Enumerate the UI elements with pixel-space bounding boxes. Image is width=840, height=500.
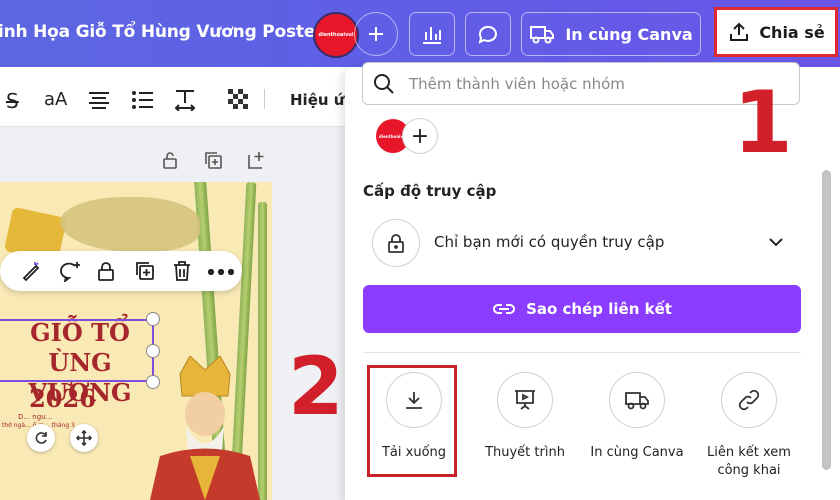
panel-divider bbox=[363, 352, 801, 353]
rotate-button[interactable] bbox=[27, 424, 55, 452]
copy-link-label: Sao chép liên kết bbox=[526, 300, 672, 318]
duplicate-page-icon[interactable] bbox=[203, 150, 223, 174]
strikethrough-icon[interactable]: S bbox=[6, 89, 19, 113]
truck-icon bbox=[609, 372, 665, 428]
effects-button[interactable]: Hiệu ứ bbox=[290, 91, 344, 109]
lock-page-icon[interactable] bbox=[160, 150, 180, 174]
presentation-icon bbox=[497, 372, 553, 428]
present-option[interactable]: Thuyết trình bbox=[473, 372, 577, 462]
share-button[interactable]: Chia sẻ bbox=[714, 7, 838, 57]
link-icon bbox=[493, 304, 516, 314]
magic-edit-icon[interactable] bbox=[20, 260, 42, 282]
chevron-down-icon[interactable] bbox=[766, 234, 786, 253]
text-selection-box[interactable] bbox=[0, 319, 154, 382]
move-icon bbox=[76, 430, 92, 446]
search-input[interactable] bbox=[409, 71, 779, 97]
brand-avatar[interactable]: dienthoaivui bbox=[313, 12, 359, 58]
text-toolbar: S aA Hiệu ứ bbox=[0, 67, 360, 127]
line-spacing-icon[interactable] bbox=[174, 89, 196, 116]
trash-icon[interactable] bbox=[172, 260, 192, 282]
access-level-heading: Cấp độ truy cập bbox=[363, 182, 497, 200]
king-illustration bbox=[150, 356, 260, 500]
bar-chart-icon bbox=[423, 27, 441, 44]
more-options-icon[interactable] bbox=[208, 269, 234, 275]
crane-decoration bbox=[60, 197, 200, 252]
plus-icon: + bbox=[410, 123, 430, 149]
copy-link-button[interactable]: Sao chép liên kết bbox=[363, 285, 801, 333]
brand-avatar-text: dienthoaivui bbox=[318, 32, 354, 38]
print-option[interactable]: In cùng Canva bbox=[585, 372, 689, 462]
comments-button[interactable] bbox=[465, 12, 511, 56]
poster-small-line1: D... ngu... bbox=[18, 413, 53, 421]
access-level-select[interactable]: Chỉ bạn mới có quyền truy cập bbox=[434, 233, 664, 251]
print-with-canva-button[interactable]: In cùng Canva bbox=[521, 12, 701, 56]
download-highlight-box bbox=[367, 365, 457, 477]
move-button[interactable] bbox=[70, 424, 98, 452]
plus-icon bbox=[369, 27, 383, 41]
panel-scrollbar[interactable] bbox=[822, 170, 831, 470]
rotate-icon bbox=[35, 432, 47, 444]
add-member-button[interactable]: + bbox=[402, 118, 438, 154]
add-page-icon[interactable] bbox=[246, 150, 266, 174]
step-1-label: 1 bbox=[733, 73, 793, 173]
font-size-case-button[interactable]: aA bbox=[44, 89, 67, 110]
list-icon[interactable] bbox=[132, 91, 154, 114]
add-comment-icon[interactable] bbox=[58, 260, 82, 282]
present-label: Thuyết trình bbox=[485, 445, 565, 460]
comment-icon bbox=[478, 25, 497, 44]
poster-year[interactable]: 2026 bbox=[0, 384, 125, 413]
align-icon[interactable] bbox=[88, 91, 110, 114]
resize-handle[interactable] bbox=[146, 312, 160, 326]
transparency-icon[interactable] bbox=[228, 89, 250, 116]
lock-icon[interactable] bbox=[96, 260, 116, 282]
print-label: In cùng Canva bbox=[590, 445, 684, 460]
step-2-label: 2 bbox=[288, 340, 344, 433]
share-button-label: Chia sẻ bbox=[759, 22, 825, 42]
link-icon bbox=[721, 372, 777, 428]
document-title[interactable]: inh Họa Giỗ Tổ Hùng Vương Poster bbox=[0, 22, 324, 42]
add-collaborator-button[interactable] bbox=[354, 12, 398, 56]
truck-icon bbox=[530, 26, 555, 44]
public-link-label: Liên kết xem công khai bbox=[707, 445, 791, 478]
upload-icon bbox=[730, 22, 749, 41]
insights-button[interactable] bbox=[409, 12, 455, 56]
public-link-option[interactable]: Liên kết xem công khai bbox=[697, 372, 801, 480]
toolbar-divider bbox=[264, 89, 265, 109]
search-icon bbox=[374, 74, 394, 94]
access-lock-icon bbox=[372, 219, 420, 267]
print-button-label: In cùng Canva bbox=[565, 24, 693, 44]
duplicate-icon[interactable] bbox=[134, 260, 156, 282]
element-floating-toolbar bbox=[0, 251, 242, 291]
